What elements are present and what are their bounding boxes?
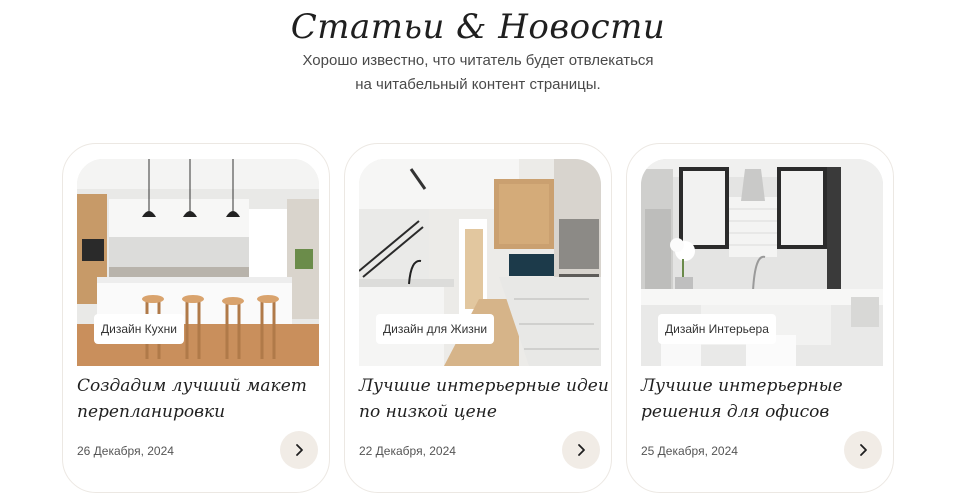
article-tag[interactable]: Дизайн для Жизни (376, 314, 495, 344)
article-date: 25 Декабря, 2024 (641, 444, 738, 458)
article-title-line-2[interactable]: перепланировки (77, 399, 317, 425)
chevron-right-icon (296, 444, 303, 456)
article-card-living[interactable]: Дизайн для Жизни Лучшие интерьерные идеи… (344, 143, 612, 493)
article-image-interior[interactable]: Дизайн Интерьера (641, 159, 883, 366)
article-title-line-1[interactable]: Лучшие интерьерные (641, 373, 881, 399)
article-title-line-2[interactable]: по низкой цене (359, 399, 599, 425)
article-date: 22 Декабря, 2024 (359, 444, 456, 458)
article-date: 26 Декабря, 2024 (77, 444, 174, 458)
read-more-button[interactable] (562, 431, 600, 469)
section-subtitle: Хорошо известно, что читатель будет отвл… (0, 49, 956, 97)
article-card-interior[interactable]: Дизайн Интерьера Лучшие интерьерные реше… (626, 143, 894, 493)
chevron-right-icon (578, 444, 585, 456)
article-title[interactable]: Создадим лучший макет перепланировки (77, 373, 317, 425)
chevron-right-icon (860, 444, 867, 456)
article-title[interactable]: Лучшие интерьерные решения для офисов (641, 373, 881, 425)
subtitle-line-1: Хорошо известно, что читатель будет отвл… (302, 52, 654, 69)
article-image-kitchen[interactable]: Дизайн Кухни (77, 159, 319, 366)
article-title-line-1[interactable]: Создадим лучший макет (77, 373, 317, 399)
section-title: Статьи & Новости (290, 7, 666, 47)
subtitle-line-2: на читабельный контент страницы. (355, 76, 601, 93)
read-more-button[interactable] (280, 431, 318, 469)
article-image-living[interactable]: Дизайн для Жизни (359, 159, 601, 366)
article-title-line-2[interactable]: решения для офисов (641, 399, 881, 425)
article-title-line-1[interactable]: Лучшие интерьерные идеи (359, 373, 609, 399)
article-tag[interactable]: Дизайн Интерьера (658, 314, 776, 344)
read-more-button[interactable] (844, 431, 882, 469)
article-card-kitchen[interactable]: Дизайн Кухни Создадим лучший макет переп… (62, 143, 330, 493)
article-tag[interactable]: Дизайн Кухни (94, 314, 184, 344)
article-title[interactable]: Лучшие интерьерные идеи по низкой цене (359, 373, 609, 425)
